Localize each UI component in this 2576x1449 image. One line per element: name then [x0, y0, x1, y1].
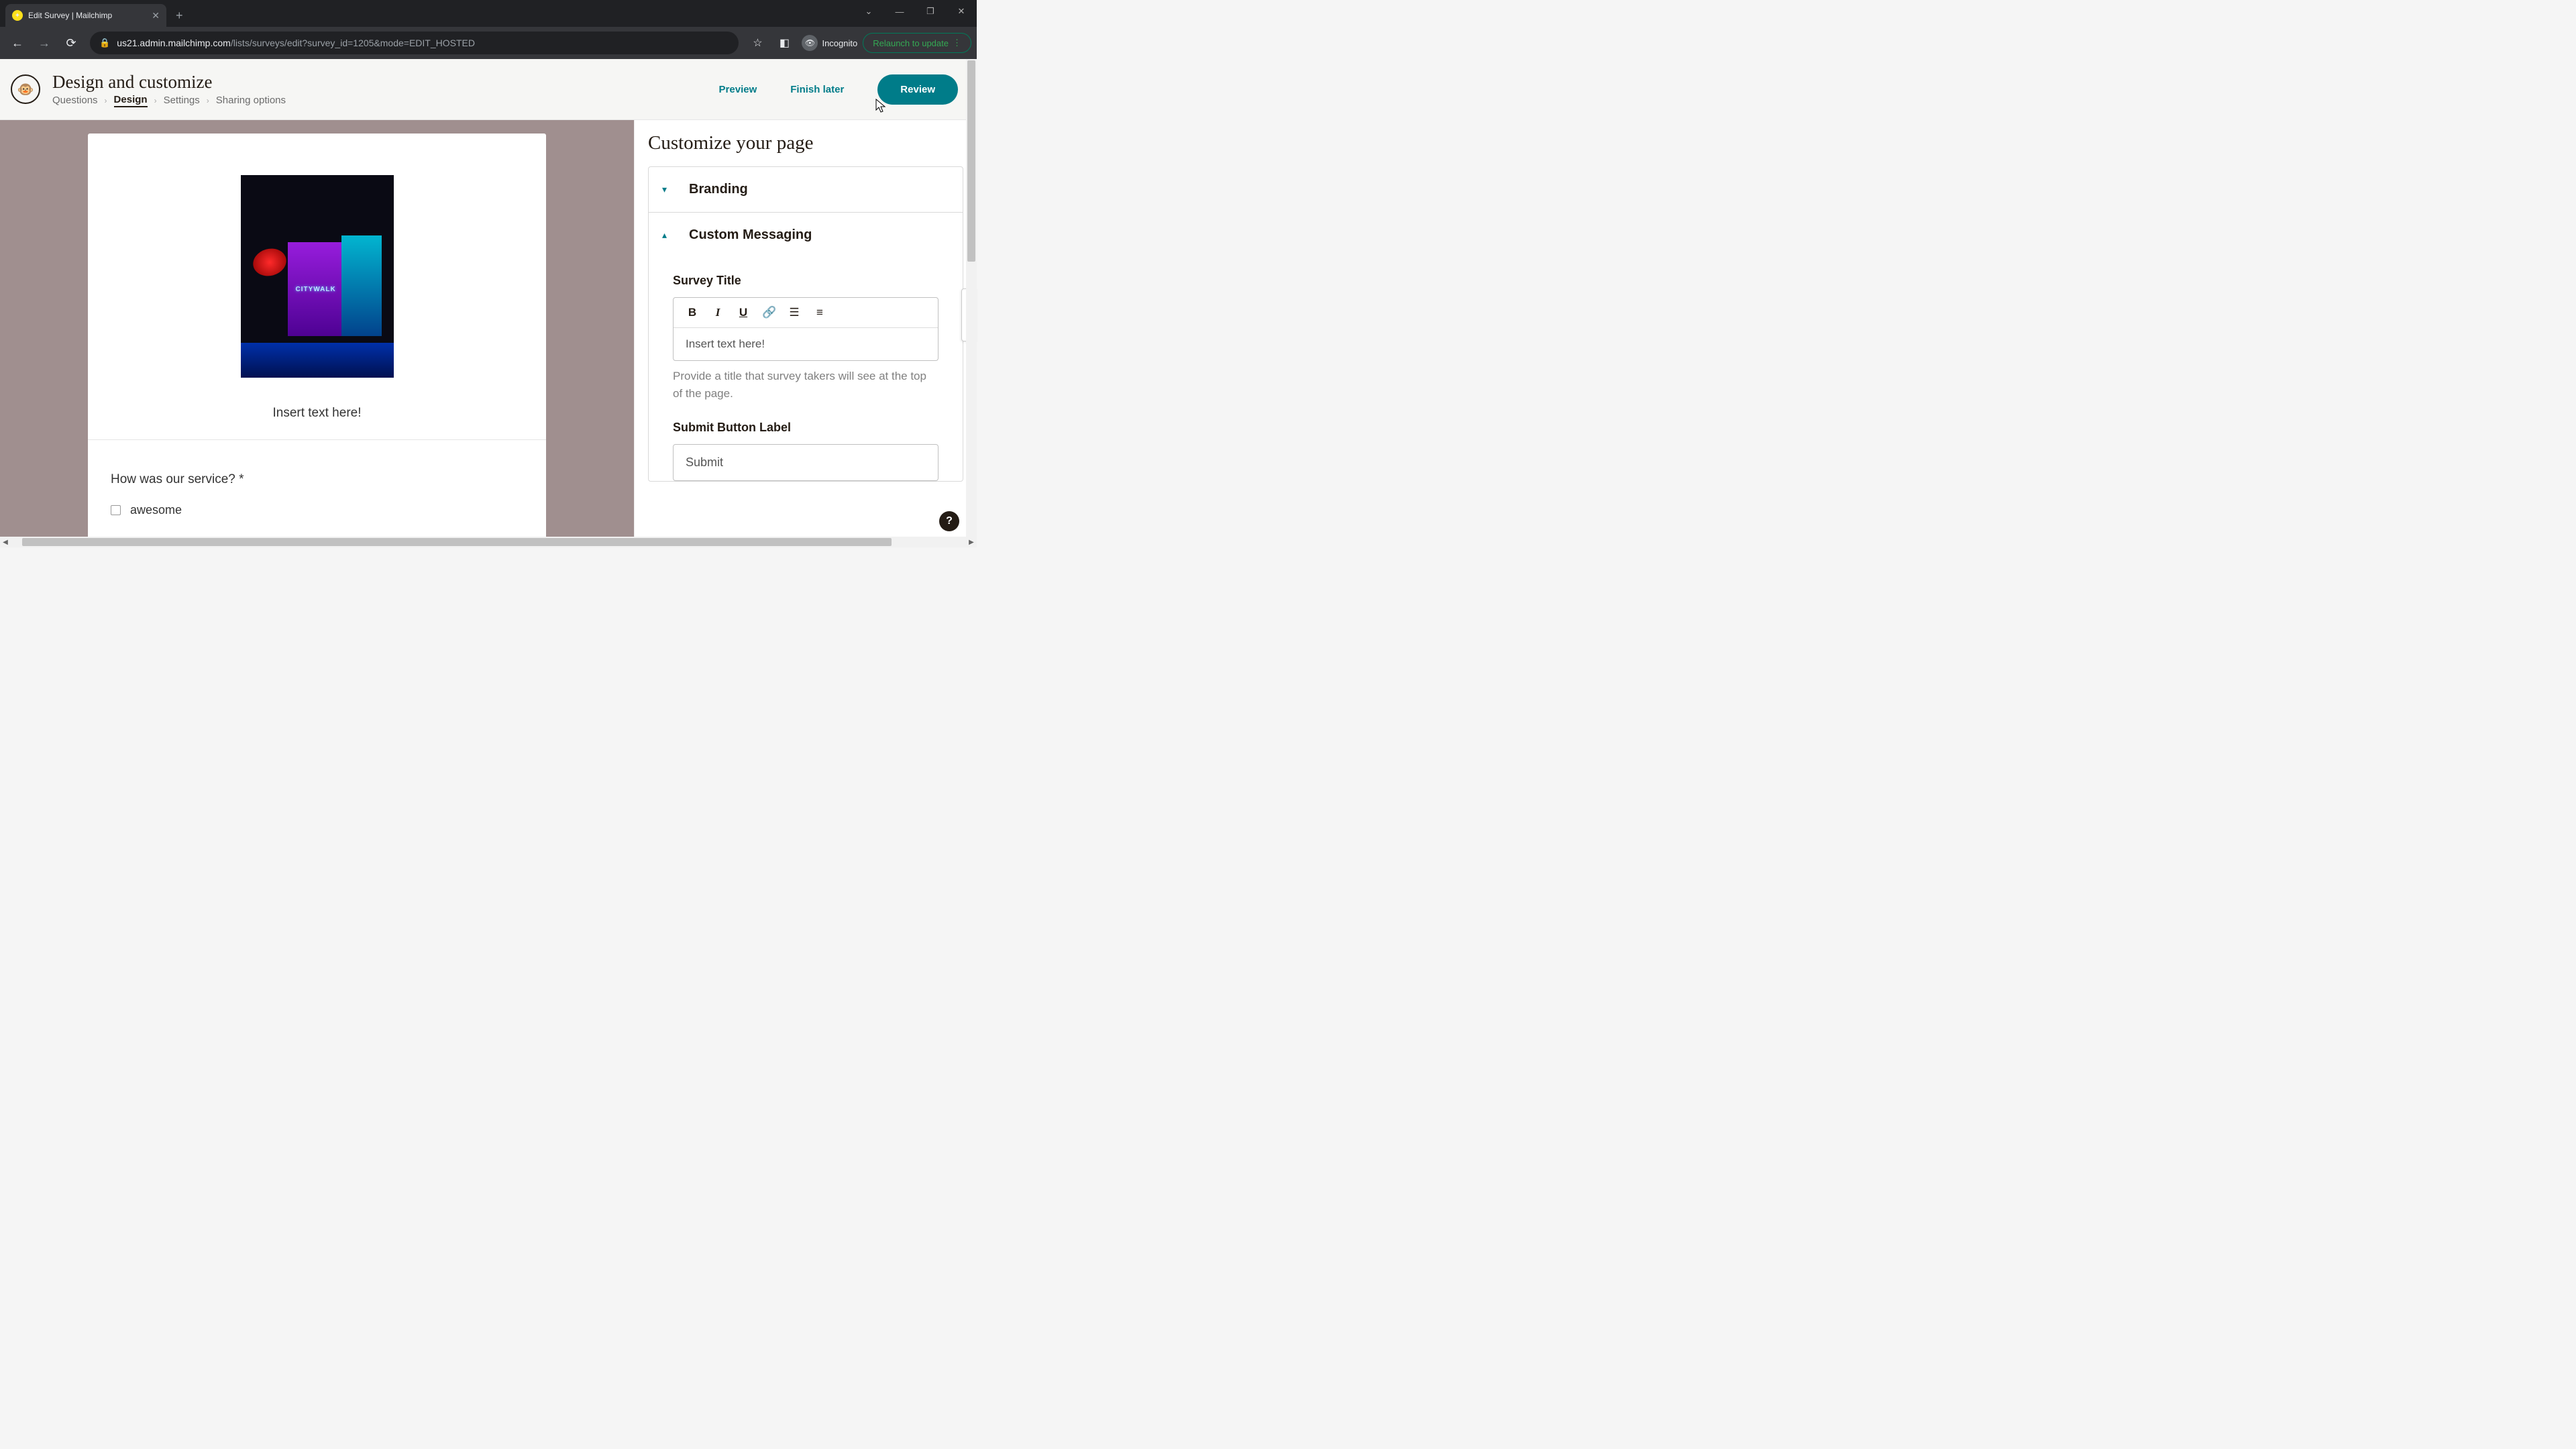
browser-tab[interactable]: ✦ Edit Survey | Mailchimp ✕ [5, 4, 166, 27]
forward-button: → [32, 31, 56, 55]
chevron-right-icon: › [105, 96, 107, 105]
header-titles: Design and customize Questions › Design … [52, 72, 719, 107]
incognito-label: Incognito [822, 38, 857, 48]
page-title: Design and customize [52, 72, 719, 93]
submit-button-label-input[interactable] [673, 444, 938, 481]
incognito-badge[interactable]: 👁 Incognito [799, 35, 860, 51]
bullet-list-button[interactable]: ☰ [788, 306, 801, 319]
rte-toolbar: B I U 🔗 ☰ ≡ [674, 298, 938, 328]
survey-options: awesome poor [111, 503, 523, 537]
divider [88, 439, 546, 440]
bold-button[interactable]: B [686, 306, 699, 319]
vertical-scrollbar[interactable] [966, 59, 977, 537]
checkbox-icon[interactable] [111, 505, 121, 515]
link-button[interactable]: 🔗 [762, 306, 775, 319]
browser-toolbar: ← → ⟳ 🔒 us21.admin.mailchimp.com/lists/s… [0, 27, 977, 59]
address-bar[interactable]: 🔒 us21.admin.mailchimp.com/lists/surveys… [90, 32, 739, 54]
chevron-up-icon: ▴ [662, 229, 673, 241]
customize-panel: Customize your page ▾ Branding ▴ Custom … [634, 120, 977, 537]
url-text: us21.admin.mailchimp.com/lists/surveys/e… [117, 38, 475, 48]
lock-icon: 🔒 [99, 38, 110, 48]
main-content: CITYWALK Insert text here! How was our s… [0, 120, 977, 537]
chevron-right-icon: › [154, 96, 157, 105]
underline-button[interactable]: U [737, 306, 750, 319]
submit-button-label-label: Submit Button Label [673, 421, 938, 435]
incognito-icon: 👁 [802, 35, 818, 51]
survey-title-preview: Insert text here! [111, 406, 523, 439]
preview-canvas: CITYWALK Insert text here! How was our s… [0, 120, 634, 537]
scroll-right-icon[interactable]: ▶ [966, 537, 977, 547]
help-button[interactable]: ? [939, 511, 959, 531]
survey-preview-card: CITYWALK Insert text here! How was our s… [88, 133, 546, 537]
survey-title-editor: B I U 🔗 ☰ ≡ Insert text here! [673, 297, 938, 361]
mailchimp-favicon-icon: ✦ [12, 10, 23, 21]
panel-title: Customize your page [648, 132, 963, 154]
scrollbar-thumb[interactable] [22, 538, 892, 546]
chevron-down-icon: ▾ [662, 184, 673, 195]
scrollbar-thumb[interactable] [967, 60, 975, 262]
breadcrumb: Questions › Design › Settings › Sharing … [52, 94, 719, 107]
breadcrumb-design[interactable]: Design [114, 94, 148, 107]
survey-title-help: Provide a title that survey takers will … [673, 368, 938, 402]
chevron-right-icon: › [207, 96, 209, 105]
survey-question: How was our service? * [111, 472, 523, 487]
reload-button[interactable]: ⟳ [59, 31, 83, 55]
review-button[interactable]: Review [877, 74, 958, 105]
tab-search-icon[interactable]: ⌄ [853, 0, 884, 23]
breadcrumb-questions[interactable]: Questions [52, 95, 98, 106]
new-tab-button[interactable]: + [166, 4, 193, 27]
tab-title: Edit Survey | Mailchimp [28, 11, 112, 20]
minimize-icon[interactable]: ― [884, 0, 915, 23]
back-button[interactable]: ← [5, 31, 30, 55]
branding-accordion-header[interactable]: ▾ Branding [649, 167, 963, 213]
accordion: ▾ Branding ▴ Custom Messaging Survey Tit… [648, 166, 963, 482]
scroll-left-icon[interactable]: ◀ [0, 537, 11, 547]
custom-messaging-label: Custom Messaging [689, 227, 812, 243]
custom-messaging-body: Survey Title B I U 🔗 ☰ ≡ Insert text her… [649, 258, 963, 481]
maximize-icon[interactable]: ❐ [915, 0, 946, 23]
tab-strip: ✦ Edit Survey | Mailchimp ✕ + ⌄ ― ❐ ✕ [0, 0, 977, 27]
mailchimp-logo-icon[interactable]: 🐵 [11, 74, 40, 104]
scrollbar-track[interactable] [11, 537, 966, 547]
close-tab-icon[interactable]: ✕ [152, 10, 160, 21]
preview-button[interactable]: Preview [719, 84, 757, 95]
side-panel-icon[interactable]: ◧ [772, 31, 796, 55]
finish-later-button[interactable]: Finish later [790, 84, 844, 95]
relaunch-button[interactable]: Relaunch to update ⋮ [863, 33, 971, 53]
option-label: awesome [130, 503, 182, 517]
survey-option[interactable]: awesome [111, 503, 523, 517]
app-header: 🐵 Design and customize Questions › Desig… [0, 59, 977, 120]
window-controls: ⌄ ― ❐ ✕ [853, 0, 977, 23]
browser-chrome: ✦ Edit Survey | Mailchimp ✕ + ⌄ ― ❐ ✕ ← … [0, 0, 977, 59]
survey-title-label: Survey Title [673, 274, 938, 288]
close-window-icon[interactable]: ✕ [946, 0, 977, 23]
bookmark-star-icon[interactable]: ☆ [745, 31, 769, 55]
branding-label: Branding [689, 182, 748, 197]
breadcrumb-sharing[interactable]: Sharing options [216, 95, 286, 106]
header-actions: Preview Finish later Review [719, 74, 958, 105]
horizontal-scrollbar[interactable]: ◀ ▶ [0, 537, 977, 547]
kebab-menu-icon: ⋮ [953, 38, 961, 48]
custom-messaging-accordion-header[interactable]: ▴ Custom Messaging [649, 213, 963, 258]
italic-button[interactable]: I [711, 306, 724, 319]
numbered-list-button[interactable]: ≡ [813, 306, 826, 319]
survey-hero-image[interactable]: CITYWALK [241, 175, 394, 378]
breadcrumb-settings[interactable]: Settings [164, 95, 200, 106]
survey-title-input[interactable]: Insert text here! [674, 328, 938, 360]
